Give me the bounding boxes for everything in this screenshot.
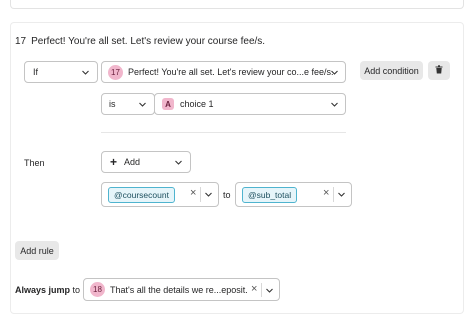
always-jump-label: Always jump to — [15, 285, 80, 295]
to-label: to — [223, 190, 231, 200]
condition-divider — [101, 132, 346, 133]
add-condition-label: Add condition — [364, 65, 419, 76]
question-title: 17 Perfect! You're all set. Let's review … — [15, 36, 265, 47]
compare-select-value: is — [109, 99, 116, 109]
question-select[interactable]: 17 Perfect! You're all set. Let's review… — [101, 61, 346, 83]
divider — [333, 187, 334, 202]
always-jump-rest: to — [72, 285, 81, 295]
operator-select[interactable]: If — [24, 61, 98, 83]
chevron-down-icon[interactable] — [338, 191, 345, 198]
chevron-down-icon — [331, 69, 338, 76]
add-rule-button[interactable]: Add rule — [15, 241, 59, 260]
chevron-down-icon — [175, 159, 182, 166]
chevron-down-icon[interactable] — [266, 287, 273, 294]
clear-icon[interactable]: × — [251, 284, 257, 295]
choice-badge: A — [162, 98, 174, 110]
variable-tag: @sub_total — [242, 186, 298, 203]
divider — [261, 283, 262, 297]
variable-tag: @coursecount — [108, 186, 175, 203]
always-jump-bold: Always jump — [15, 285, 71, 295]
plus-icon: + — [110, 155, 118, 169]
choice-select[interactable]: A choice 1 — [154, 93, 346, 115]
jump-target-badge: 18 — [90, 282, 105, 297]
clear-icon[interactable]: × — [323, 188, 329, 199]
then-label: Then — [24, 158, 45, 168]
clear-icon[interactable]: × — [190, 188, 196, 199]
trash-icon — [435, 65, 443, 76]
delete-condition-button[interactable] — [428, 61, 450, 80]
right-variable-select[interactable]: @sub_total — [235, 182, 352, 207]
left-variable-select[interactable]: @coursecount — [101, 182, 219, 207]
question-badge: 17 — [108, 64, 123, 80]
chevron-down-icon[interactable] — [205, 191, 212, 198]
add-rule-label: Add rule — [20, 245, 54, 256]
action-select[interactable]: + Add — [101, 151, 191, 173]
chevron-down-icon — [139, 101, 146, 108]
previous-block-edge — [10, 0, 464, 9]
divider — [200, 187, 201, 202]
question-select-value: Perfect! You're all set. Let's review yo… — [128, 67, 334, 77]
question-text: Perfect! You're all set. Let's review yo… — [31, 36, 266, 47]
action-select-value: Add — [124, 157, 141, 167]
chevron-down-icon — [331, 101, 338, 108]
question-number: 17 — [15, 36, 27, 47]
choice-select-value: choice 1 — [180, 99, 214, 109]
compare-select[interactable]: is — [101, 93, 155, 115]
jump-target-value: That's all the details we re...eposit. — [110, 284, 248, 295]
add-condition-button[interactable]: Add condition — [360, 61, 423, 80]
chevron-down-icon — [82, 69, 89, 76]
operator-select-value: If — [33, 67, 39, 77]
